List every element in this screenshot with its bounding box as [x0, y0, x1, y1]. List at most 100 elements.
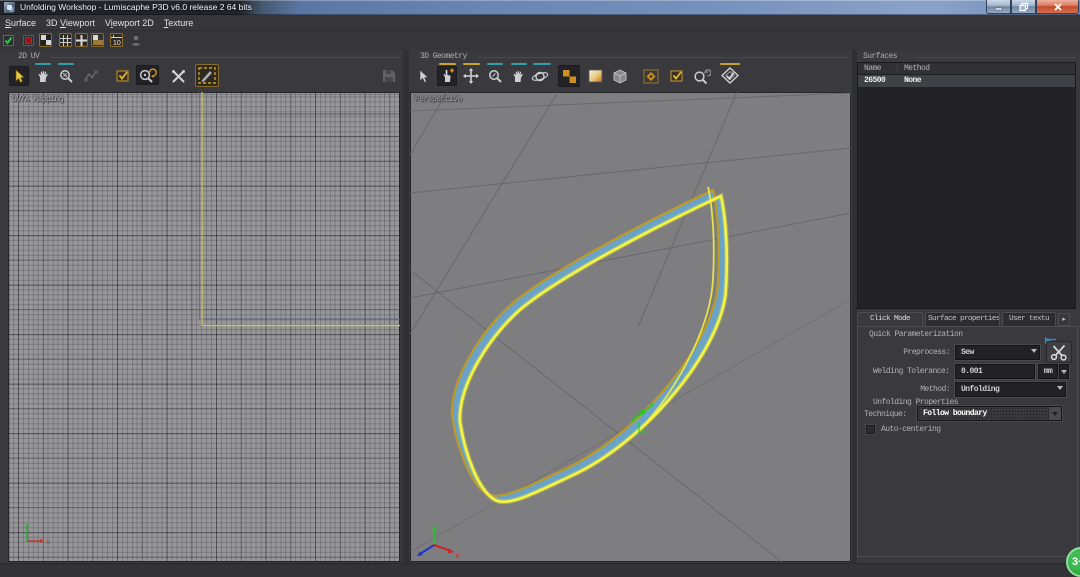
user-icon [131, 35, 141, 46]
splitter-left[interactable] [403, 50, 409, 563]
magnifier-clock-icon [693, 69, 711, 84]
validate-toggle-3d[interactable] [667, 66, 687, 86]
menu-viewport-2d[interactable]: Viewport 2D [100, 15, 159, 31]
tab-click-mode[interactable]: Click Mode [857, 312, 923, 327]
welding-tolerance-field[interactable]: 0.001 [955, 364, 1035, 379]
axis-x-label: x [455, 552, 460, 561]
grid-10-icon: 10 [111, 35, 122, 46]
pick-add-tool-3d[interactable] [437, 66, 457, 86]
surface-method: None [898, 75, 1075, 87]
unfold-select-tool-3d[interactable] [718, 65, 742, 85]
properties-tab-pane [857, 326, 1078, 557]
user-button[interactable] [129, 33, 142, 47]
menu-bar: Surface 3D Viewport Viewport 2D Texture [0, 15, 1080, 31]
panel-title-surfaces: Surfaces [863, 52, 897, 61]
caption-buttons [986, 0, 1079, 14]
uv-axis-u-label: u [46, 539, 50, 547]
pan3d-indicator [511, 63, 527, 65]
menu-surface[interactable]: Surface [0, 15, 41, 31]
menu-3d-viewport[interactable]: 3D Viewport [41, 15, 100, 31]
group-label-quick-parameterization: Quick Parameterization [869, 330, 963, 339]
tab-scroll-button[interactable]: ▸ [1058, 313, 1070, 326]
grid-display-toggle[interactable] [59, 33, 72, 47]
surfaces-table[interactable]: Name Method 26500 None [857, 62, 1076, 309]
edit-region-tool-2d[interactable] [195, 64, 219, 87]
title-bar[interactable]: Unfolding Workshop - Lumiscaphe P3D v6.0… [0, 0, 1080, 15]
auto-centering-checkbox[interactable] [866, 425, 875, 434]
restore-icon [1019, 2, 1029, 12]
move-tool-3d[interactable] [461, 66, 481, 86]
welding-unit-dropdown[interactable] [1059, 364, 1069, 379]
select-tool-3d[interactable] [413, 66, 433, 86]
restore-button[interactable] [1011, 0, 1036, 14]
uv-viewport-overlay: u [8, 92, 400, 562]
panel-surfaces-headerline [915, 57, 1075, 58]
cube-icon [612, 69, 628, 84]
orbit-tool-3d[interactable] [530, 66, 550, 86]
orbit-planet-icon [531, 69, 549, 84]
panel-3d-headerline [478, 57, 848, 58]
tab-user-textures[interactable]: User textu [1002, 312, 1056, 326]
grid-icon [60, 35, 71, 46]
method-combobox[interactable]: Unfolding [955, 382, 1066, 397]
welding-unit-box[interactable]: mm [1038, 364, 1058, 379]
transform-tool-2d[interactable] [81, 66, 101, 86]
validate-tool-2d[interactable] [113, 66, 133, 86]
surface-name: 26500 [858, 75, 898, 87]
scissors-icon [1050, 344, 1068, 361]
cross-display-toggle[interactable] [75, 33, 88, 47]
grid-10-display-toggle[interactable]: 10 [110, 33, 123, 47]
close-button[interactable] [1036, 0, 1079, 14]
pointing-hand-plus-icon [439, 68, 455, 84]
chevron-down-icon [1057, 386, 1063, 390]
checkerboard-icon [41, 35, 51, 45]
zoom-tool-2d[interactable] [56, 66, 76, 86]
texture-display-toggle[interactable] [91, 33, 104, 47]
svg-text:10: 10 [113, 40, 121, 46]
menu-texture[interactable]: Texture [159, 15, 199, 31]
technique-combobox[interactable]: Follow boundary [917, 406, 1062, 421]
texture-toggle-3d[interactable] [585, 66, 605, 86]
perspective-viewport-label: Perspective [415, 95, 462, 104]
preprocess-combobox[interactable]: Sew [955, 345, 1040, 360]
gradient-image-icon [588, 69, 603, 83]
bottom-strip [0, 563, 1080, 577]
pivot-toggle-3d[interactable] [641, 66, 661, 86]
sew-scissors-button[interactable] [1046, 341, 1072, 363]
rotate-view-tool-2d[interactable] [136, 65, 159, 85]
pan-tool-3d[interactable] [508, 66, 528, 86]
cancel-button[interactable] [22, 33, 35, 47]
main-toolbar: 10 [0, 31, 1080, 50]
solid-toggle-3d[interactable] [610, 66, 630, 86]
column-header-method[interactable]: Method [898, 63, 1075, 74]
minimize-button[interactable] [986, 0, 1011, 14]
properties-tabs: Click Mode Surface properties User textu… [857, 312, 1078, 326]
texture-image-icon [93, 35, 103, 45]
tools-tool-2d[interactable] [168, 66, 188, 86]
uv-axis-gizmo: u [25, 524, 50, 548]
rotate-magnifier-icon [138, 67, 158, 83]
save-uv-button[interactable] [379, 66, 399, 86]
checkbox-icon [116, 69, 131, 83]
diamond-icon [643, 69, 659, 84]
hand-icon [36, 69, 50, 83]
checker-texture-toggle-3d[interactable] [558, 65, 580, 87]
column-header-name[interactable]: Name [858, 63, 898, 74]
red-x-icon [23, 35, 34, 46]
world-axis-gizmo: x [417, 525, 460, 561]
zoom-history-tool-3d[interactable] [692, 66, 712, 86]
surface-row[interactable]: 26500 None [858, 75, 1075, 87]
magnifier-icon [59, 69, 74, 84]
zoom-tool-3d[interactable] [485, 66, 505, 86]
apply-button[interactable] [2, 33, 15, 47]
tab-surface-properties[interactable]: Surface properties [925, 312, 1000, 326]
minimize-icon [994, 2, 1003, 11]
checker-display-toggle[interactable] [39, 33, 52, 47]
select-tool-2d[interactable] [9, 66, 29, 86]
auto-centering-label: Auto-centering [881, 425, 941, 434]
orbit-indicator [533, 63, 551, 65]
tools-icon [171, 69, 186, 84]
pan-tool-2d[interactable] [33, 66, 53, 86]
unfold-diamond-check-icon [720, 67, 740, 84]
leaf-object[interactable] [452, 187, 727, 502]
